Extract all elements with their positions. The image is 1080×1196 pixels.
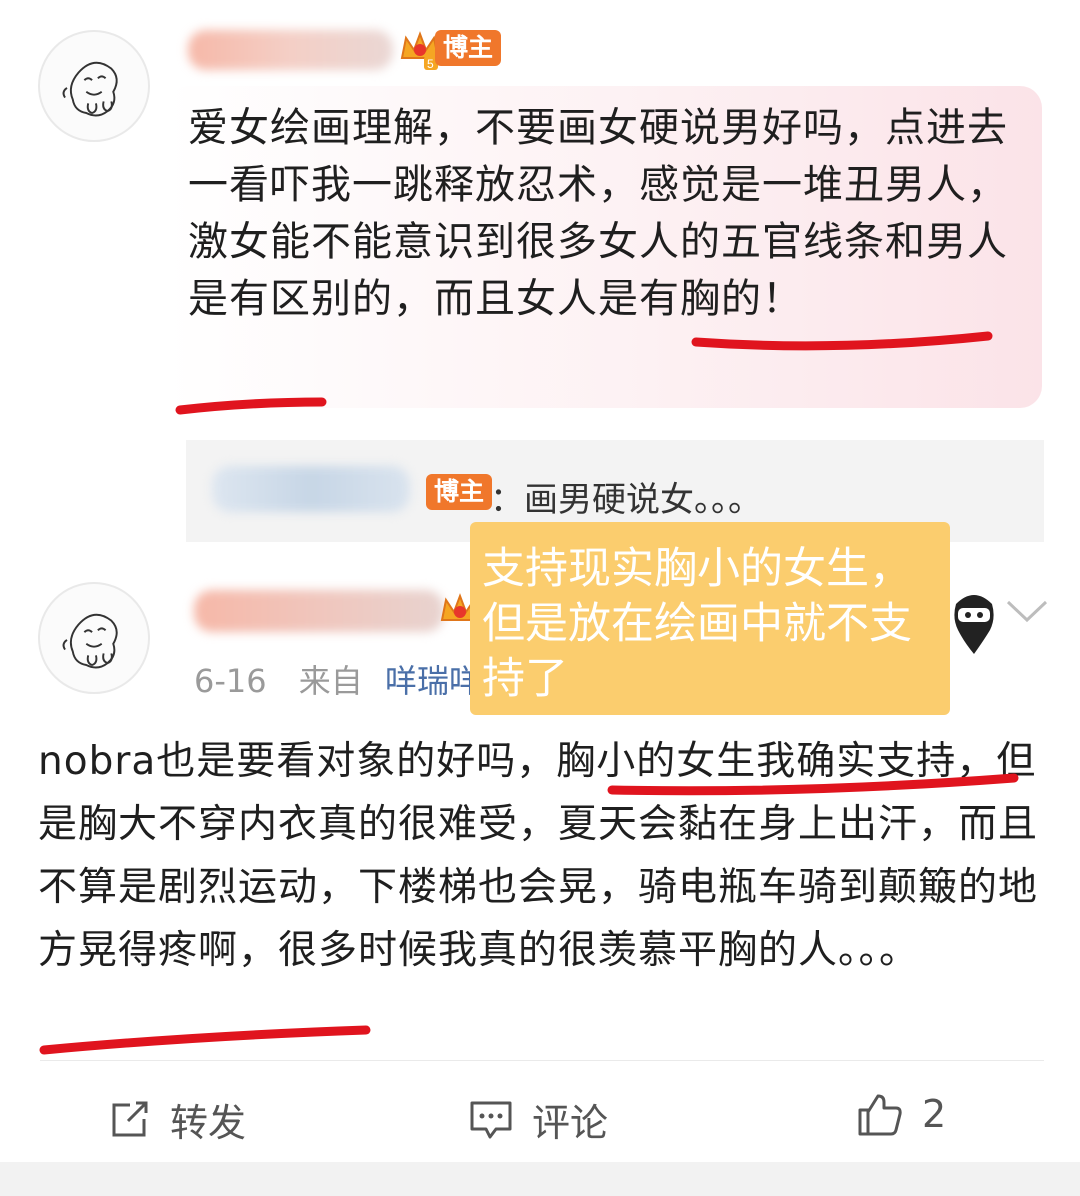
reply-blogger-badge: 博主 xyxy=(426,474,493,510)
avatar-commenter-2[interactable] xyxy=(38,582,150,694)
comment-date: 6-16 xyxy=(194,662,267,700)
annotation-note: 支持现实胸小的女生，但是放在绘画中就不支持了 xyxy=(470,522,950,715)
source-link[interactable]: 咩瑞咩 xyxy=(385,662,481,700)
comment-1-text: 爱女绘画理解，不要画女硬说男好吗，点进去一看吓我一跳释放忍术，感觉是一堆丑男人，… xyxy=(188,105,1008,322)
comment-button[interactable]: 评论 xyxy=(468,1092,608,1147)
comment-2-meta: 6-16 来自 咩瑞咩 xyxy=(194,656,481,702)
blogger-badge: 博主 xyxy=(435,30,502,66)
reply-username-blurred[interactable] xyxy=(212,466,410,512)
underline-mark xyxy=(39,1025,371,1055)
forward-button[interactable]: 转发 xyxy=(106,1092,246,1147)
comment-2-text: nobra也是要看对象的好吗，胸小的女生我确实支持，但是胸大不穿内衣真的很难受，… xyxy=(38,739,1039,973)
svg-text:5: 5 xyxy=(427,57,434,71)
thumbs-up-icon xyxy=(858,1094,902,1136)
forward-label: 转发 xyxy=(170,1101,247,1145)
username-blurred[interactable] xyxy=(194,590,444,632)
share-square-icon xyxy=(112,1101,148,1136)
next-item-edge xyxy=(0,1162,1080,1196)
doodle-avatar-icon xyxy=(62,613,118,669)
from-label: 来自 xyxy=(298,662,363,700)
chevron-down-icon[interactable] xyxy=(1004,598,1050,630)
doodle-avatar-icon xyxy=(62,61,118,117)
divider xyxy=(40,1060,1044,1061)
like-count: 2 xyxy=(922,1092,947,1136)
sticker-icon xyxy=(950,586,998,660)
like-button[interactable]: 2 xyxy=(856,1090,946,1138)
username-blurred[interactable] xyxy=(188,30,393,70)
reply-text: ：画男硬说女。。。 xyxy=(490,480,762,520)
comment-label: 评论 xyxy=(532,1101,609,1145)
comment-bubble-icon xyxy=(470,1101,512,1138)
avatar-commenter-1[interactable] xyxy=(38,30,150,142)
